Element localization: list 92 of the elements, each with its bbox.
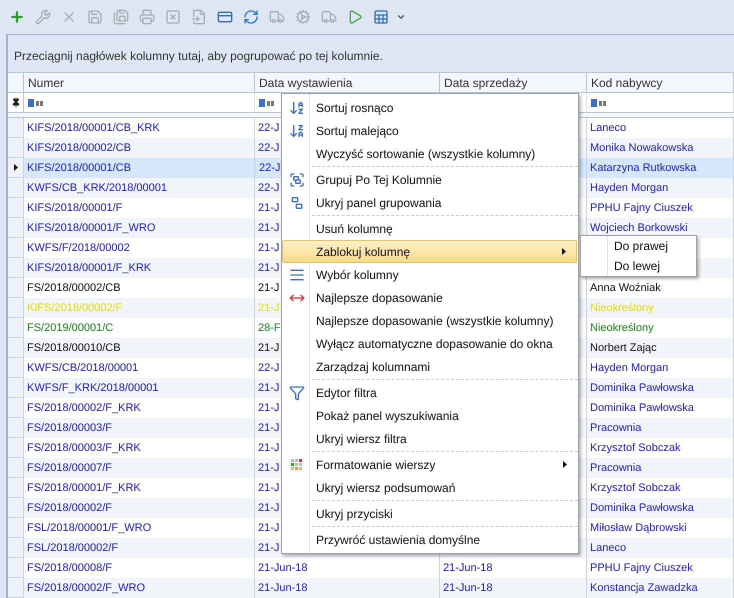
table-cell-text: 21-J <box>258 480 280 496</box>
table-cell-text: Pracownia <box>590 420 642 436</box>
menu-item-label: Wyczyść sortowanie (wszystkie kolumny) <box>315 146 536 162</box>
table-cell-text: 22-J <box>258 120 280 136</box>
table-cell-text: KWFS/CB_KRK/2018/00001 <box>27 180 168 196</box>
table-cell-text: Laneco <box>590 120 626 136</box>
table-cell-text: Hayden Morgan <box>590 180 668 196</box>
table-cell-text: 21-J <box>258 220 280 236</box>
table-cell-text: KIFS/2018/00001/CB <box>27 160 131 176</box>
table-cell-text: Hayden Morgan <box>590 360 668 376</box>
table-cell-text: Krzysztof Sobczak <box>590 480 680 496</box>
table-cell-text: KWFS/CB/2018/00001 <box>27 360 138 376</box>
table-cell-text: 21-J <box>258 420 280 436</box>
table-cell-text: 21-J <box>258 460 280 476</box>
table-cell-text: 22-J <box>258 360 280 376</box>
table-cell-text: FS/2018/00008/F <box>27 560 112 576</box>
menu-item-label: Ukryj przyciski <box>315 506 394 522</box>
menu-item-label: Pokaż panel wyszukiwania <box>315 408 460 424</box>
menu-item-label: Ukryj panel grupowania <box>315 194 442 212</box>
table-cell-text: KIFS/2018/00001/F_KRK <box>27 260 152 276</box>
menu-item-label: Ukryj wiersz podsumowań <box>315 480 456 496</box>
menu-item-label: Wyłącz automatyczne dopasowanie do okna <box>315 336 554 352</box>
table-cell-text: FS/2018/00002/F <box>27 500 112 516</box>
table-cell-text: 21-Jun-18 <box>258 580 308 596</box>
table-cell-text: PPHU Fajny Ciuszek <box>590 200 693 216</box>
menu-item-label: Usuń kolumnę <box>315 220 394 238</box>
table-cell-text: FS/2018/00003/F <box>27 420 112 436</box>
table-cell-text: Miłosław Dąbrowski <box>590 520 687 536</box>
table-cell-text: FS/2018/00001/F_KRK <box>27 480 141 496</box>
table-cell-text: 21-J <box>258 300 280 316</box>
table-cell-text: FSL/2018/00001/F_WRO <box>27 520 152 536</box>
menu-item-label: Ukryj wiersz filtra <box>315 430 408 448</box>
table-cell-text: 21-J <box>258 500 280 516</box>
table-cell-text: Krzysztof Sobczak <box>590 440 680 456</box>
table-cell-text: 21-Jun-18 <box>443 560 493 576</box>
table-cell-text: Laneco <box>590 540 626 556</box>
menu-item-label: Przywróć ustawienia domyślne <box>315 532 482 548</box>
table-cell-text: 22-J <box>259 160 280 176</box>
menu-item-label: Grupuj Po Tej Kolumnie <box>315 172 443 188</box>
table-cell-text: 28-F <box>258 320 281 336</box>
table-cell-text: PPHU Fajny Ciuszek <box>590 560 693 576</box>
table-cell-text: Konstancja Zawadzka <box>590 580 698 596</box>
table-cell-text: 21-Jun-18 <box>443 580 493 596</box>
table-cell-text: FS/2018/00002/CB <box>27 280 121 296</box>
table-cell-text: 21-J <box>258 280 280 296</box>
menu-item-label: Wybór kolumny <box>315 266 400 284</box>
table-cell-text: KWFS/F/2018/00002 <box>27 240 130 256</box>
table-cell-text: 21-J <box>258 340 280 356</box>
table-cell-text: FS/2018/00007/F <box>27 460 112 476</box>
table-cell-text: 21-J <box>258 260 280 276</box>
table-cell-text: 21-Jun-18 <box>258 560 308 576</box>
table-cell-text: 21-J <box>258 440 280 456</box>
table-cell-text: Dominika Pawłowska <box>590 400 694 416</box>
table-cell-text: Wojciech Borkowski <box>590 220 688 236</box>
table-cell-text: KIFS/2018/00002/F <box>27 300 122 316</box>
table-cell-text: FS/2018/00002/F_WRO <box>27 580 146 596</box>
menu-item-label: Najlepsze dopasowanie <box>315 290 444 306</box>
table-cell-text: FS/2018/00010/CB <box>27 340 121 356</box>
table-cell-text: KWFS/F_KRK/2018/00001 <box>27 380 158 396</box>
menu-item-label: Zablokuj kolumnę <box>315 244 412 260</box>
table-cell-text: Katarzyna Rutkowska <box>590 160 696 176</box>
table-cell-text: Pracownia <box>590 460 642 476</box>
table-cell-text: Anna Woźniak <box>590 280 661 296</box>
table-cell-text: FS/2019/00001/C <box>27 320 114 336</box>
menu-item-label: Zarządzaj kolumnami <box>315 358 432 376</box>
table-cell-text: KIFS/2018/00001/F <box>27 200 122 216</box>
table-cell-text: 21-J <box>258 380 280 396</box>
table-cell-text: Dominika Pawłowska <box>590 500 694 516</box>
table-cell-text: 21-J <box>258 400 280 416</box>
table-cell-text: KIFS/2018/00001/CB_KRK <box>27 120 160 136</box>
table-cell-text: 21-J <box>258 540 280 556</box>
table-cell-text: Norbert Zając <box>590 340 657 356</box>
menu-item-label: Najlepsze dopasowanie (wszystkie kolumny) <box>315 312 554 330</box>
table-cell-text: FS/2018/00003/F_KRK <box>27 440 141 456</box>
table-cell-text: FS/2018/00002/F_KRK <box>27 400 141 416</box>
table-cell-text: 21-J <box>258 200 280 216</box>
table-cell-text: 22-J <box>258 140 280 156</box>
menu-item-label: Formatowanie wierszy <box>315 456 436 474</box>
table-cell-text: Monika Nowakowska <box>590 140 694 156</box>
table-cell-text: 22-J <box>258 180 280 196</box>
table-cell-text: 21-J <box>258 240 280 256</box>
group-panel-hint: Przeciągnij nagłówek kolumny tutaj, aby pogrupować po tej kolumnie. <box>14 48 383 65</box>
table-cell-text: 21-J <box>258 520 280 536</box>
table-cell-text: FSL/2018/00002/F <box>27 540 118 556</box>
table-cell-text: Nieokreślony <box>590 300 654 316</box>
table-cell-text: Dominika Pawłowska <box>590 380 694 396</box>
table-cell-text: Nieokreślony <box>590 320 654 336</box>
menu-item-label: Sortuj malejąco <box>315 122 400 140</box>
menu-item-label: Sortuj rosnąco <box>315 100 394 116</box>
table-cell-text: KIFS/2018/00002/CB <box>27 140 131 156</box>
table-cell-text: KIFS/2018/00001/F_WRO <box>27 220 156 236</box>
menu-item-label: Edytor filtra <box>315 384 378 402</box>
